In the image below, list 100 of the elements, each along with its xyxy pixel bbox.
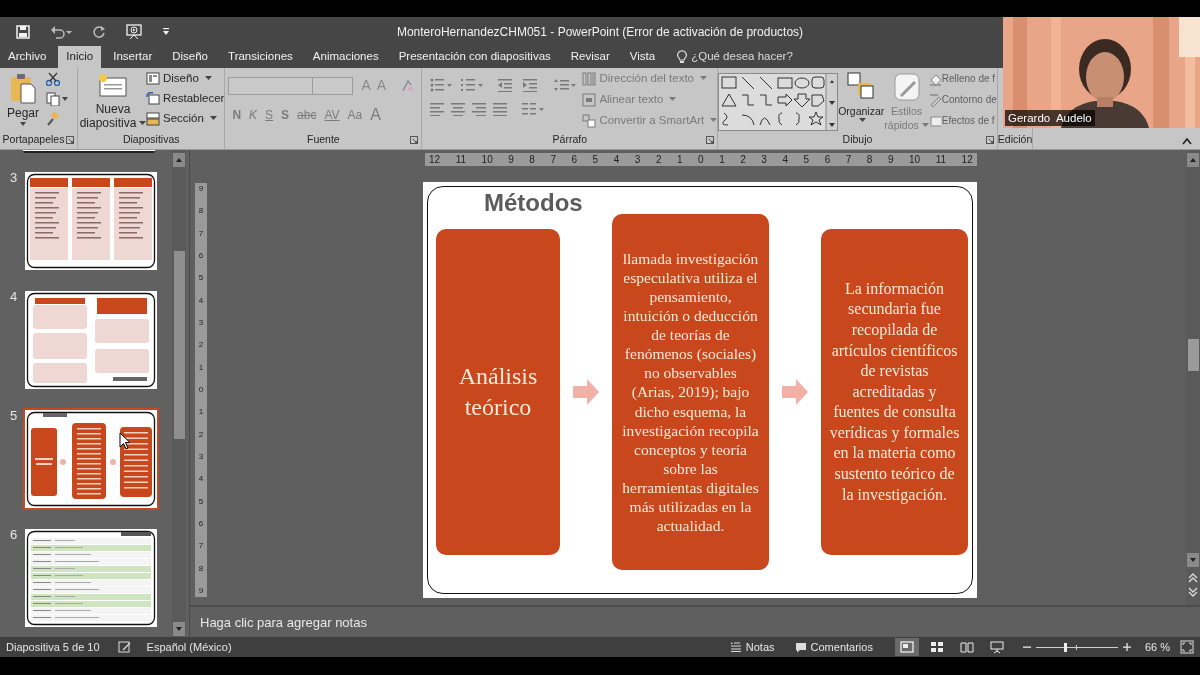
scroll-up-icon[interactable] [1187, 153, 1199, 167]
pointer-icon [119, 432, 131, 450]
ribbon-tab[interactable]: Animaciones [304, 46, 387, 68]
caret-icon [204, 76, 212, 81]
bullets-icon[interactable] [430, 78, 453, 92]
group-label: Diapositivas [122, 132, 180, 148]
slide-number: 6 [9, 528, 19, 542]
comments-button[interactable]: Comentarios [794, 638, 873, 656]
align-center-icon[interactable] [451, 102, 466, 116]
justify-icon[interactable] [493, 102, 508, 116]
caret-icon [700, 76, 707, 81]
slide-thumbnail[interactable] [23, 408, 159, 510]
sorter-view-icon [928, 640, 945, 654]
slideshow-icon[interactable] [126, 23, 142, 40]
align-left-icon[interactable] [430, 102, 445, 116]
quick-styles-icon [892, 72, 921, 102]
slideshow-view-icon [988, 640, 1005, 654]
ribbon-tab[interactable]: Revisar [562, 46, 618, 68]
customize-caret-icon[interactable] [162, 26, 170, 37]
line-spacing-icon[interactable] [554, 78, 577, 92]
participant-name: Gerardo Audelo [1005, 110, 1095, 126]
scroll-down-icon[interactable] [1187, 553, 1199, 567]
smartart-icon [582, 113, 597, 128]
arrow-icon [782, 379, 808, 405]
dialog-launcher-icon[interactable] [985, 136, 994, 144]
caret-icon [209, 116, 217, 121]
caret-icon [710, 118, 718, 123]
decrease-indent-icon[interactable] [498, 78, 515, 92]
slide-number: 3 [9, 171, 19, 185]
scroll-up-icon[interactable] [173, 153, 185, 167]
previous-slide-icon[interactable] [1187, 571, 1199, 585]
layout-icon [146, 71, 160, 86]
reading-view-icon [958, 640, 975, 654]
scissors-icon[interactable] [46, 72, 60, 86]
spelling-icon[interactable] [117, 641, 132, 653]
window-title: MonteroHernandezCHM051 - PowerPoint (Error de activación de productos) [395, 23, 805, 41]
reset-icon [146, 91, 160, 106]
new-slide-button[interactable]: Nueva diapositiva [80, 72, 146, 130]
ribbon-tab[interactable]: Presentación con diapositivas [390, 46, 559, 68]
increase-indent-icon[interactable] [523, 78, 540, 92]
slide-thumbnail[interactable] [23, 150, 155, 153]
numbering-icon[interactable] [461, 78, 484, 92]
slide-layout-button[interactable]: Diseño [146, 70, 225, 87]
fit-slide-icon[interactable] [1180, 640, 1194, 654]
ribbon-tab[interactable]: Diseño [164, 46, 217, 68]
caret-icon [859, 118, 867, 123]
dialog-launcher-icon[interactable] [706, 136, 715, 144]
language-label: Español (México) [146, 639, 232, 655]
paste-button[interactable]: Pegar [4, 72, 42, 126]
scrollbar-thumb[interactable] [1187, 339, 1199, 371]
caret-icon [20, 122, 26, 126]
columns-icon[interactable] [522, 102, 545, 116]
ribbon-tab[interactable]: Archivo [0, 46, 55, 68]
shape-gallery[interactable] [718, 73, 839, 131]
group-label: Párrafo [552, 132, 587, 148]
ribbon-tab[interactable]: Insertar [105, 46, 161, 68]
scroll-down-icon[interactable] [173, 622, 185, 636]
dialog-launcher-icon[interactable] [410, 136, 419, 144]
slide-count: Diapositiva 5 de 10 [6, 639, 100, 655]
slide-thumbnail[interactable] [23, 170, 159, 272]
collapse-ribbon-icon[interactable] [1182, 138, 1192, 145]
group-label: Dibujo [842, 132, 873, 148]
slider-thumb[interactable] [1063, 642, 1067, 652]
zoom-in-icon[interactable] [1122, 643, 1131, 651]
section-icon [146, 111, 160, 126]
zoom-level[interactable]: 66 % [1144, 638, 1170, 656]
save-icon[interactable] [16, 24, 30, 39]
notes-field[interactable]: Haga clic para agregar notas [200, 613, 600, 633]
redo-icon[interactable] [92, 24, 106, 39]
font-name-field[interactable] [228, 76, 314, 95]
slide-thumbnail[interactable] [23, 289, 159, 391]
vertical-ruler: 9 8 7 6 5 4 3 2 1 0 1 2 3 4 5 6 7 8 9 [195, 183, 207, 597]
arrange-icon [847, 72, 876, 102]
font-size-field[interactable] [313, 76, 354, 95]
box-text: Análisis teórico [457, 362, 539, 422]
ribbon-tab[interactable]: Transiciones [220, 46, 301, 68]
format-painter-icon[interactable] [46, 112, 60, 126]
drawing-button[interactable]: Organizar [838, 72, 885, 123]
ribbon-tab[interactable]: Inicio [58, 46, 102, 68]
notes-button[interactable]: Notas [729, 638, 775, 656]
undo-icon[interactable] [50, 24, 72, 39]
slide-section-button[interactable]: Sección [146, 110, 225, 127]
new-slide-icon [98, 72, 128, 98]
box-text: La información secundaria fue recopilada de artículos científicos de revistas acreditadas y fuentes de consulta verídicas y formales en la materia como sustento teórico de la investigación. [829, 278, 960, 506]
tell-me-field[interactable]: ¿Qué desea hacer? [677, 46, 802, 68]
slide-title: Métodos [483, 188, 584, 218]
ribbon-tab[interactable]: Vista [621, 46, 664, 68]
copy-icon[interactable] [46, 92, 68, 106]
slide-thumbnail[interactable] [23, 527, 159, 629]
next-slide-icon[interactable] [1187, 585, 1199, 599]
slide-reset-button[interactable]: Restablecer [146, 90, 225, 107]
align-right-icon[interactable] [472, 102, 487, 116]
slide-number: 4 [9, 290, 19, 304]
normal-view-button[interactable] [894, 638, 919, 656]
scrollbar-thumb[interactable] [173, 251, 185, 439]
caret-icon [669, 97, 677, 102]
dialog-launcher-icon[interactable] [66, 136, 74, 144]
align-text-icon [582, 92, 597, 107]
comment-icon [794, 641, 807, 653]
group-label: Edición [997, 132, 1033, 148]
